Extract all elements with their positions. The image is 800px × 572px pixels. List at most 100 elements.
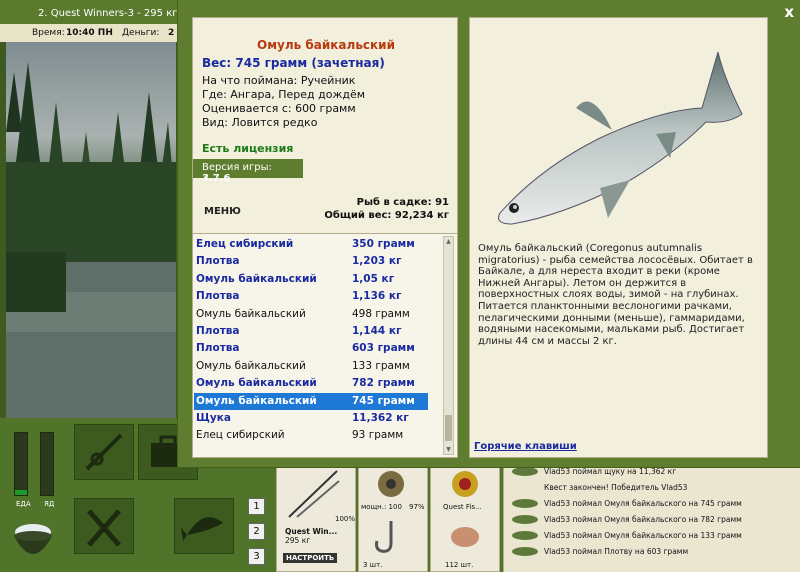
- slot-2-button[interactable]: 2: [248, 523, 265, 540]
- money-label: Деньги:: [122, 28, 160, 38]
- fishing-scene[interactable]: [6, 42, 176, 418]
- catch-fish-name: Омуль байкальский: [196, 359, 306, 372]
- food-pot-icon[interactable]: [10, 512, 56, 568]
- bait-count: 112 шт.: [445, 561, 474, 569]
- license-status: Есть лицензия: [202, 142, 294, 155]
- fish-description-panel: Омуль байкальский (Coregonus autumnalis …: [469, 17, 768, 458]
- food-gauge-fill: [15, 490, 27, 495]
- catch-fish-name: Елец сибирский: [196, 238, 294, 250]
- scroll-thumb[interactable]: [445, 415, 452, 441]
- fish-weight: Вес: 745 грамм (зачетная): [202, 56, 385, 70]
- catch-location: Где: Ангара, Перед дождём: [202, 88, 366, 101]
- rod-name: Quest Win...: [285, 527, 338, 536]
- poison-label: ЯД: [44, 500, 55, 508]
- catch-row[interactable]: Омуль байкальский 498 грамм: [194, 306, 428, 323]
- log-line: Квест закончен! Победитель Vlad53: [544, 483, 688, 492]
- rod-condition: 100%: [335, 515, 356, 523]
- catch-fish-weight: 93 грамм: [352, 429, 404, 442]
- catch-list-scrollbar[interactable]: ▲ ▼: [443, 236, 454, 455]
- poison-gauge: [40, 432, 54, 496]
- total-weight: Общий вес: 92,234 кг: [324, 210, 449, 221]
- keepnet-stats: Рыб в садке: 91 Общий вес: 92,234 кг: [324, 196, 449, 222]
- catch-fish-weight: 350 грамм: [352, 238, 415, 250]
- catch-row[interactable]: Омуль байкальский 1,05 кг: [194, 271, 428, 288]
- setup-button[interactable]: НАСТРОИТЬ: [283, 553, 338, 563]
- reel-condition: 97%: [409, 503, 425, 511]
- fish-icon: [512, 547, 538, 556]
- catch-row[interactable]: Плотва 1,136 кг: [194, 288, 428, 305]
- fish-catch-button[interactable]: [174, 498, 234, 554]
- fish-icon: [512, 531, 538, 540]
- catch-row[interactable]: Плотва 603 грамм: [194, 340, 428, 357]
- log-line: Vlad53 поймал Омуля байкальского на 133 …: [510, 528, 800, 544]
- food-label: ЕДА: [16, 500, 31, 508]
- bait-icon: [451, 527, 479, 547]
- catch-row[interactable]: Омуль байкальский 782 грамм: [194, 375, 428, 392]
- catch-fish-name: Плотва: [196, 342, 240, 355]
- fish-value: Оценивается с: 600 грамм: [202, 102, 356, 115]
- food-gauge: [14, 432, 28, 496]
- fish-icon: [512, 467, 538, 476]
- catch-fish-name: Омуль байкальский: [196, 272, 317, 285]
- catch-fish-name: Елец сибирский: [196, 429, 285, 442]
- hook-icon: [375, 521, 393, 553]
- fish-name: Омуль байкальский: [257, 38, 395, 52]
- money-value: 2: [168, 28, 175, 38]
- line-label: Quest Fis...: [443, 503, 482, 511]
- jumping-fish-icon: [181, 517, 223, 541]
- catch-row[interactable]: Омуль байкальский 745 грамм: [194, 392, 428, 410]
- catch-row[interactable]: Омуль байкальский 133 грамм: [194, 358, 428, 375]
- line-slot[interactable]: Quest Fis... 112 шт.: [430, 462, 500, 572]
- omul-fish-image: [498, 51, 743, 225]
- version-value: 3.7.6: [202, 173, 231, 184]
- keepnet-count: Рыб в садке: 91: [356, 197, 449, 208]
- catch-fish-name: Плотва: [196, 290, 240, 303]
- fish-description: Омуль байкальский (Coregonus autumnalis …: [478, 243, 753, 347]
- catch-fish-weight: 1,136 кг: [352, 290, 402, 303]
- fork-knife-icon: [87, 509, 121, 547]
- rod-slot[interactable]: 100% Quest Win... 295 кг НАСТРОИТЬ: [276, 462, 356, 572]
- catch-row[interactable]: Щука 11,362 кг: [194, 410, 428, 427]
- close-icon[interactable]: x: [784, 3, 794, 21]
- time-label: Время:: [32, 28, 65, 38]
- slot-3-button[interactable]: 3: [248, 548, 265, 565]
- rod-weight: 295 кг: [285, 536, 311, 545]
- reel-slot[interactable]: мощн.: 100 97% 3 шт.: [358, 462, 428, 572]
- catch-row[interactable]: Елец сибирский 93 грамм: [194, 427, 428, 444]
- catch-fish-weight: 133 грамм: [352, 359, 410, 372]
- catch-fish-name: Омуль байкальский: [196, 394, 317, 407]
- catch-row[interactable]: Плотва 1,203 кг: [194, 253, 428, 270]
- catch-fish-weight: 1,203 кг: [352, 255, 402, 268]
- log-line: Vlad53 поймал Омуля байкальского на 782 …: [510, 512, 800, 528]
- catch-row[interactable]: Елец сибирский 350 грамм: [194, 236, 428, 253]
- chat-log: Vlad53 поймал щуку на 11,362 кг Квест за…: [503, 462, 800, 572]
- fish-icon: [512, 515, 538, 524]
- slot-1-button[interactable]: 1: [248, 498, 265, 515]
- line-spool-icon: [452, 471, 478, 497]
- catch-fish-name: Омуль байкальский: [196, 377, 317, 390]
- menu-button[interactable]: МЕНЮ: [204, 206, 241, 217]
- reel-icon: [378, 471, 404, 497]
- catch-fish-name: Щука: [196, 412, 231, 424]
- catch-fish-weight: 603 грамм: [352, 342, 415, 355]
- hook-count: 3 шт.: [363, 561, 383, 569]
- log-line: Vlad53 поймал Омуля байкальского на 745 …: [510, 496, 800, 512]
- rod-tool-button[interactable]: [74, 424, 134, 480]
- hotkeys-link[interactable]: Горячие клавиши: [474, 441, 577, 452]
- version-label: Версия игры:: [202, 162, 272, 173]
- scroll-down-icon[interactable]: ▼: [444, 445, 453, 454]
- catch-row[interactable]: Плотва 1,144 кг: [194, 323, 428, 340]
- forest-river-image: [6, 62, 176, 418]
- rod-slot-icon: [288, 470, 340, 518]
- info-bar: Время: 10:40 ПН Деньги: 2: [0, 24, 180, 42]
- time-value: 10:40 ПН: [66, 28, 113, 38]
- rod-icon: [85, 433, 123, 471]
- catch-fish-name: Плотва: [196, 255, 240, 268]
- catch-fish-weight: 1,05 кг: [352, 272, 395, 285]
- scroll-up-icon[interactable]: ▲: [444, 237, 453, 246]
- cook-button[interactable]: [74, 498, 134, 554]
- catch-list[interactable]: ▲ ▼ Елец сибирский 350 грамм Плотва 1,203 к…: [192, 233, 458, 458]
- catch-fish-name: Омуль байкальский: [196, 307, 306, 320]
- catch-fish-weight: 11,362 кг: [352, 412, 409, 424]
- fish-icon: [512, 499, 538, 508]
